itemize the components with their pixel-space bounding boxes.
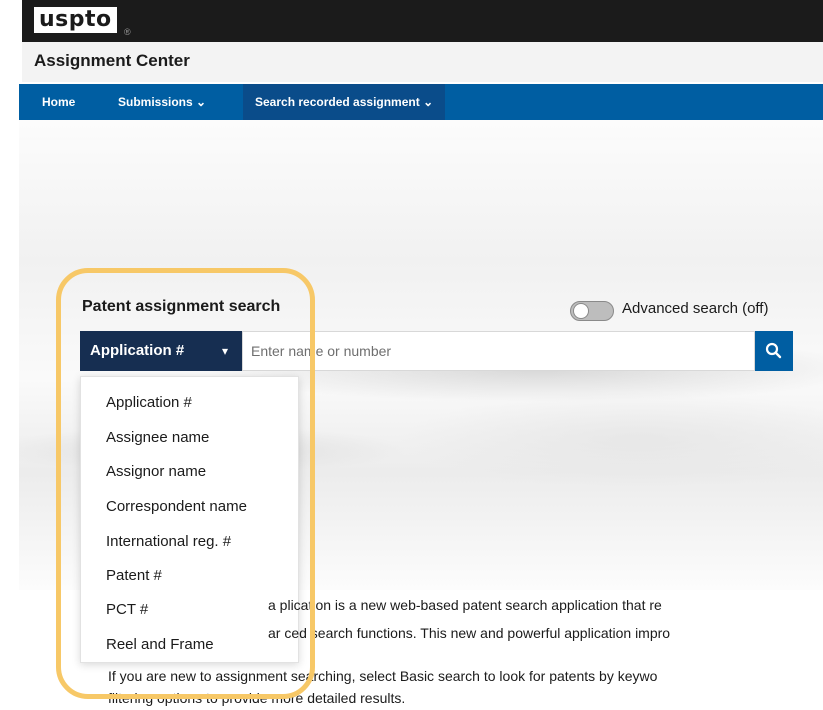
option-application-number[interactable]: Application # [106,394,192,411]
advanced-search-label: Advanced search (off) [622,300,769,317]
nav-search-recorded-assignment[interactable]: Search recorded assignment ⌄ [243,84,446,120]
search-icon [765,342,782,359]
option-pct-number[interactable]: PCT # [106,601,148,618]
app-title[interactable]: Assignment Center [34,51,190,71]
option-reel-and-frame[interactable]: Reel and Frame [106,636,214,653]
nav-submissions[interactable]: Submissions ⌄ [118,84,206,120]
intro-text-line-2: ar ced search functions. This new and po… [268,625,671,641]
search-title: Patent assignment search [82,298,281,315]
toggle-knob [573,303,589,319]
uspto-logo[interactable]: uspto [34,7,117,33]
registered-mark: ® [124,27,131,37]
option-correspondent-name[interactable]: Correspondent name [106,498,247,515]
option-assignor-name[interactable]: Assignor name [106,463,206,480]
search-input[interactable] [242,331,755,371]
intro-text-line-4: filtering options to provide more detail… [108,690,406,706]
advanced-search-toggle[interactable] [570,301,614,321]
search-button[interactable] [755,331,793,371]
option-international-reg-number[interactable]: International reg. # [106,533,231,550]
option-assignee-name[interactable]: Assignee name [106,429,209,446]
intro-text-line-1: a plication is a new web-based patent se… [268,597,662,613]
top-bar [22,0,823,42]
intro-text-line-3: If you are new to assignment searching, … [108,668,658,684]
nav-home[interactable]: Home [42,84,75,120]
caret-down-icon: ▾ [222,344,229,358]
option-patent-number[interactable]: Patent # [106,567,162,584]
search-type-dropdown [80,376,299,663]
search-type-select[interactable]: Application # [80,331,242,371]
